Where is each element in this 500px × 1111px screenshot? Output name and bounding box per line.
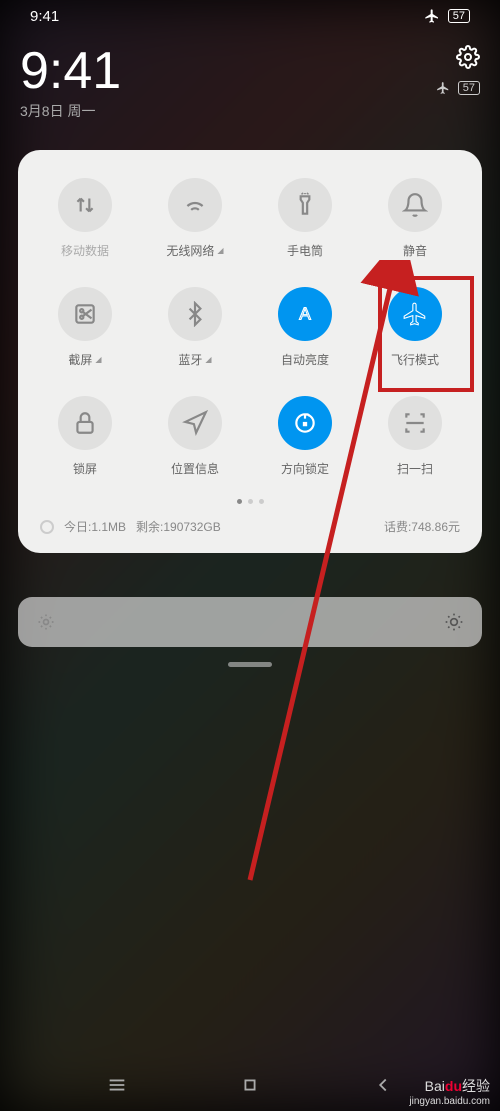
usage-bill: 话费:748.86元 xyxy=(384,518,460,535)
location-icon xyxy=(182,410,208,436)
bell-icon xyxy=(402,192,428,218)
auto-brightness-icon: A xyxy=(292,301,318,327)
tile-label: 位置信息 xyxy=(171,460,219,477)
brightness-low-icon xyxy=(36,612,56,632)
scissors-icon xyxy=(72,301,98,327)
tile-mobile-data[interactable]: 移动数据 xyxy=(30,178,140,259)
tile-bluetooth[interactable]: 蓝牙◢ xyxy=(140,287,250,368)
tile-label: 锁屏 xyxy=(73,460,97,477)
nav-menu-icon[interactable] xyxy=(106,1074,128,1096)
lock-icon xyxy=(72,410,98,436)
tile-wifi[interactable]: 无线网络◢ xyxy=(140,178,250,259)
usage-today: 今日:1.1MB xyxy=(64,518,126,535)
tile-auto-brightness[interactable]: A 自动亮度 xyxy=(250,287,360,368)
svg-text:A: A xyxy=(299,303,311,323)
tile-label: 自动亮度 xyxy=(281,351,329,368)
tile-mute[interactable]: 静音 xyxy=(360,178,470,259)
scan-icon xyxy=(402,410,428,436)
tile-label: 截屏◢ xyxy=(68,351,101,368)
airplane-icon xyxy=(424,8,440,24)
airplane-icon-small xyxy=(436,81,450,95)
tile-label: 无线网络◢ xyxy=(166,242,223,259)
flashlight-icon xyxy=(292,192,318,218)
brightness-slider[interactable] xyxy=(18,597,482,647)
status-bar: 9:41 57 xyxy=(0,0,500,32)
tile-lock[interactable]: 锁屏 xyxy=(30,396,140,477)
data-icon xyxy=(72,192,98,218)
status-time: 9:41 xyxy=(30,8,59,25)
quick-settings-panel: 移动数据 无线网络◢ 手电筒 静音 截屏◢ 蓝牙◢ A 自动亮度 飞行模式 xyxy=(18,150,482,553)
usage-circle-icon xyxy=(40,520,54,534)
data-usage-row[interactable]: 今日:1.1MB 剩余:190732GB 话费:748.86元 xyxy=(30,518,470,535)
tile-label: 静音 xyxy=(403,242,427,259)
annotation-highlight xyxy=(378,276,474,392)
tile-label: 方向锁定 xyxy=(281,460,329,477)
tile-rotation-lock[interactable]: 方向锁定 xyxy=(250,396,360,477)
usage-remaining: 剩余:190732GB xyxy=(136,518,221,535)
tile-label: 扫一扫 xyxy=(397,460,433,477)
clock-time: 9:41 xyxy=(20,45,121,97)
rotation-lock-icon xyxy=(292,410,318,436)
header: 9:41 3月8日 周一 57 xyxy=(20,45,480,121)
page-indicator xyxy=(30,499,470,504)
tile-flashlight[interactable]: 手电筒 xyxy=(250,178,360,259)
date-text: 3月8日 周一 xyxy=(20,101,121,121)
panel-handle[interactable] xyxy=(228,662,272,667)
nav-back-icon[interactable] xyxy=(372,1074,394,1096)
battery-badge-small: 57 xyxy=(458,81,480,95)
settings-icon[interactable] xyxy=(456,45,480,69)
nav-home-icon[interactable] xyxy=(239,1074,261,1096)
tile-screenshot[interactable]: 截屏◢ xyxy=(30,287,140,368)
battery-badge: 57 xyxy=(448,9,470,23)
tile-scan[interactable]: 扫一扫 xyxy=(360,396,470,477)
watermark: Baidu经验 jingyan.baidu.com xyxy=(409,1076,490,1107)
tile-label: 蓝牙◢ xyxy=(178,351,211,368)
wifi-icon xyxy=(182,192,208,218)
bluetooth-icon xyxy=(182,301,208,327)
brightness-high-icon xyxy=(444,612,464,632)
tile-label: 手电筒 xyxy=(287,242,323,259)
tile-location[interactable]: 位置信息 xyxy=(140,396,250,477)
tile-label: 移动数据 xyxy=(61,242,109,259)
